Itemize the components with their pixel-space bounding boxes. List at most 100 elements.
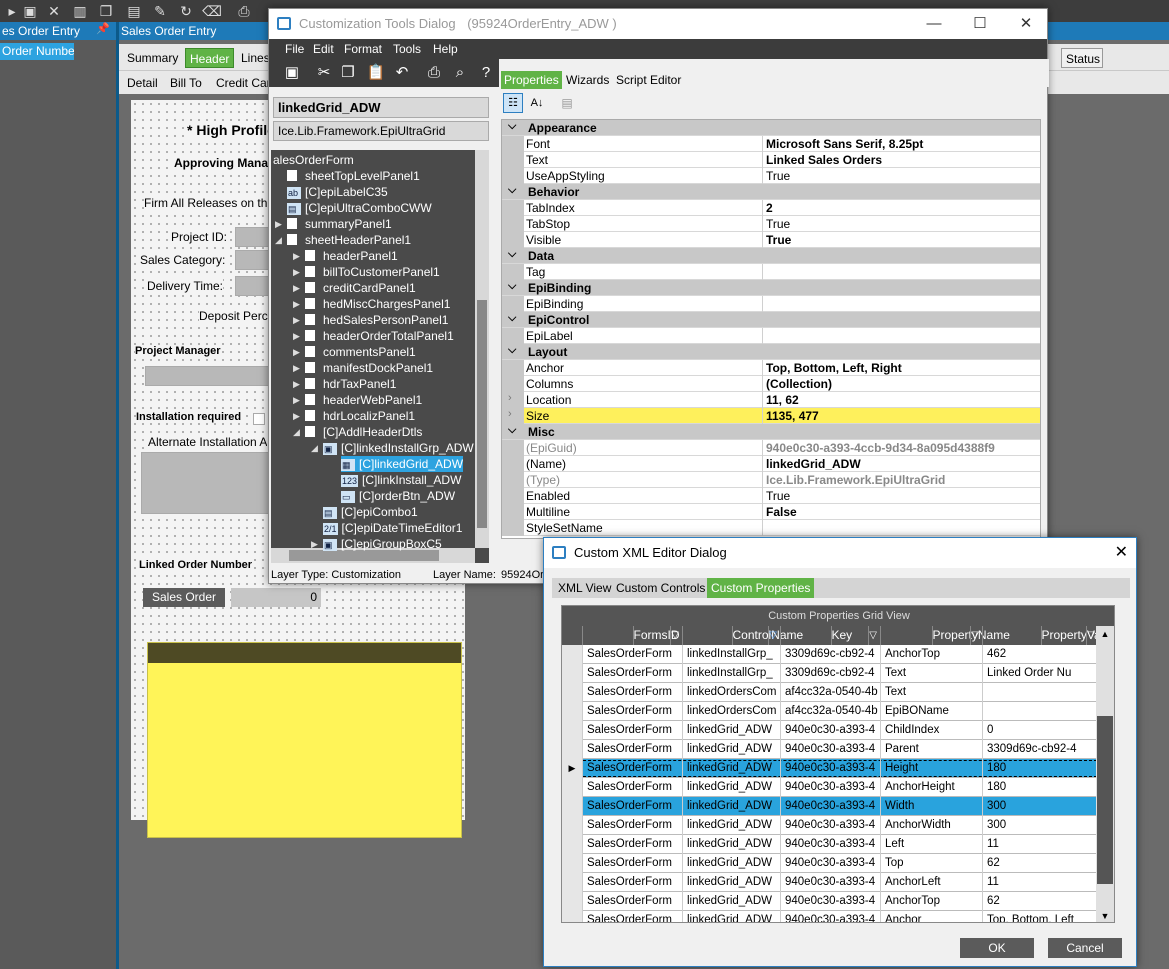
table-cell[interactable]: SalesOrderForm — [582, 721, 682, 740]
table-cell[interactable]: 940e0c30-a393-4 — [780, 721, 880, 740]
table-cell[interactable]: Linked Order Nu — [982, 664, 1098, 683]
filter-icon[interactable]: ▽ — [768, 626, 777, 645]
subtab-credit-card[interactable]: Credit Car — [216, 76, 271, 90]
table-cell[interactable] — [982, 702, 1098, 721]
menu-format[interactable]: Format — [344, 42, 382, 56]
sales-category-field[interactable] — [235, 250, 271, 270]
table-row[interactable]: SalesOrderForm linkedGrid_ADW 940e0c30-a39… — [562, 797, 1098, 816]
copy-icon[interactable]: ❐ — [96, 2, 116, 20]
table-cell[interactable]: AnchorLeft — [880, 873, 982, 892]
save-icon[interactable]: ▣ — [20, 2, 40, 20]
property-row[interactable]: › Location 11, 62 — [502, 392, 1040, 408]
property-value[interactable]: False — [762, 504, 1040, 520]
subtab-detail[interactable]: Detail — [127, 76, 158, 90]
table-cell[interactable]: 940e0c30-a393-4 — [780, 873, 880, 892]
table-cell[interactable]: 11 — [982, 835, 1098, 854]
table-cell[interactable]: 940e0c30-a393-4 — [780, 778, 880, 797]
property-category[interactable]: ⌵ EpiControl — [502, 312, 1040, 328]
table-row[interactable]: SalesOrderForm linkedGrid_ADW 940e0c30-a39… — [562, 835, 1098, 854]
table-cell[interactable]: SalesOrderForm — [582, 664, 682, 683]
expand-arrow-icon[interactable]: ▶ — [293, 376, 300, 392]
property-value[interactable]: 1135, 477 — [762, 408, 1040, 424]
tree-node[interactable]: ◢ sheetHeaderPanel1 — [275, 232, 411, 248]
expand-chevron-icon[interactable]: › — [502, 408, 524, 424]
scrollbar-thumb[interactable] — [1097, 716, 1113, 884]
table-cell[interactable] — [982, 683, 1098, 702]
nav-icon[interactable]: ▸ — [2, 2, 22, 20]
cut-icon[interactable]: ✂ — [313, 63, 335, 83]
tab-header[interactable]: Header — [185, 48, 235, 68]
close-icon[interactable]: ✕ — [1003, 9, 1049, 39]
property-value[interactable]: True — [762, 216, 1040, 232]
row-indicator[interactable] — [562, 683, 582, 702]
table-cell[interactable]: 940e0c30-a393-4 — [780, 892, 880, 911]
subtab-bill-to[interactable]: Bill To — [170, 76, 202, 90]
column-header[interactable]: PropertyName ▽ — [880, 626, 1010, 645]
table-row[interactable]: SalesOrderForm linkedInstallGrp_ 3309d69c-… — [562, 664, 1098, 683]
table-cell[interactable]: 180 — [982, 759, 1098, 778]
table-cell[interactable]: SalesOrderForm — [582, 892, 682, 911]
scroll-up-icon[interactable]: ▲ — [1096, 626, 1114, 642]
table-cell[interactable]: 940e0c30-a393-4 — [780, 854, 880, 873]
table-cell[interactable]: SalesOrderForm — [582, 683, 682, 702]
row-indicator[interactable] — [562, 797, 582, 816]
table-cell[interactable]: 3309d69c-cb92-4 — [982, 740, 1098, 759]
tree-node[interactable]: ▭ [C]orderBtn_ADW — [341, 488, 455, 504]
menu-tools[interactable]: Tools — [393, 42, 421, 56]
property-value[interactable]: Top, Bottom, Left, Right — [762, 360, 1040, 376]
project-manager-field[interactable] — [145, 366, 275, 386]
control-tree[interactable]: alesOrderForm sheetTopLevelPanel1 ab [C]epi… — [271, 150, 489, 563]
property-value[interactable] — [762, 328, 1040, 344]
tab-properties[interactable]: Properties — [501, 71, 562, 89]
expand-arrow-icon[interactable]: ▶ — [293, 264, 300, 280]
table-cell[interactable]: Top — [880, 854, 982, 873]
property-value[interactable]: True — [762, 488, 1040, 504]
printer-icon[interactable]: ⎙ — [234, 2, 254, 20]
property-row[interactable]: (EpiGuid) 940e0c30-a393-4ccb-9d34-8a095d4… — [502, 440, 1040, 456]
row-indicator[interactable] — [562, 892, 582, 911]
property-row[interactable]: Enabled True — [502, 488, 1040, 504]
table-cell[interactable]: Top, Bottom, Left — [982, 911, 1098, 922]
property-row[interactable]: EpiBinding — [502, 296, 1040, 312]
table-row[interactable]: SalesOrderForm linkedGrid_ADW 940e0c30-a39… — [562, 854, 1098, 873]
column-header[interactable]: FormsID ▽ — [582, 626, 682, 645]
installation-required-checkbox[interactable] — [253, 413, 265, 425]
property-value[interactable] — [762, 296, 1040, 312]
close-icon[interactable]: ✕ — [1115, 538, 1128, 568]
refresh-icon[interactable]: ↻ — [176, 2, 196, 20]
table-cell[interactable]: linkedOrdersCom — [682, 683, 780, 702]
expand-arrow-icon[interactable]: ▶ — [311, 536, 318, 552]
table-cell[interactable]: AnchorTop — [880, 892, 982, 911]
table-cell[interactable]: linkedGrid_ADW — [682, 892, 780, 911]
delivery-time-field[interactable] — [235, 276, 271, 296]
property-category[interactable]: ⌵ Data — [502, 248, 1040, 264]
table-cell[interactable]: SalesOrderForm — [582, 778, 682, 797]
collapse-chevron-icon[interactable]: ⌵ — [508, 120, 516, 133]
property-value[interactable]: 940e0c30-a393-4ccb-9d34-8a095d4388f9 — [762, 440, 1040, 456]
expand-arrow-icon[interactable]: ▶ — [293, 360, 300, 376]
property-category[interactable]: ⌵ EpiBinding — [502, 280, 1040, 296]
undo-icon[interactable]: ↶ — [391, 63, 413, 83]
row-indicator[interactable] — [562, 721, 582, 740]
table-cell[interactable]: 180 — [982, 778, 1098, 797]
table-cell[interactable]: linkedGrid_ADW — [682, 778, 780, 797]
tree-node[interactable]: ▶ hedSalesPersonPanel1 — [293, 312, 448, 328]
table-cell[interactable]: SalesOrderForm — [582, 816, 682, 835]
property-category[interactable]: ⌵ Layout — [502, 344, 1040, 360]
table-cell[interactable]: 3309d69c-cb92-4 — [780, 664, 880, 683]
paste-icon[interactable]: 📋 — [365, 63, 387, 83]
sales-order-field[interactable]: 0 — [231, 588, 321, 607]
table-cell[interactable]: linkedOrdersCom — [682, 702, 780, 721]
table-row[interactable]: SalesOrderForm linkedInstallGrp_ 3309d69c-… — [562, 645, 1098, 664]
tree-node[interactable]: ▤ [C]epiUltraComboCWW — [287, 200, 432, 216]
table-cell[interactable]: linkedGrid_ADW — [682, 797, 780, 816]
alternate-installation-field[interactable] — [141, 452, 271, 514]
expand-arrow-icon[interactable]: ▶ — [293, 280, 300, 296]
property-row[interactable]: › Size 1135, 477 — [502, 408, 1040, 424]
tree-node[interactable]: 123 [C]linkInstall_ADW — [341, 472, 461, 488]
property-value[interactable]: linkedGrid_ADW — [762, 456, 1040, 472]
categorized-icon[interactable]: ☷ — [503, 93, 523, 113]
tree-node[interactable]: ▶ ▣ [C]epiGroupBoxC5 — [311, 536, 442, 552]
column-header[interactable]: PropertyValue ▽ — [982, 626, 1114, 645]
property-value[interactable] — [762, 520, 1040, 536]
